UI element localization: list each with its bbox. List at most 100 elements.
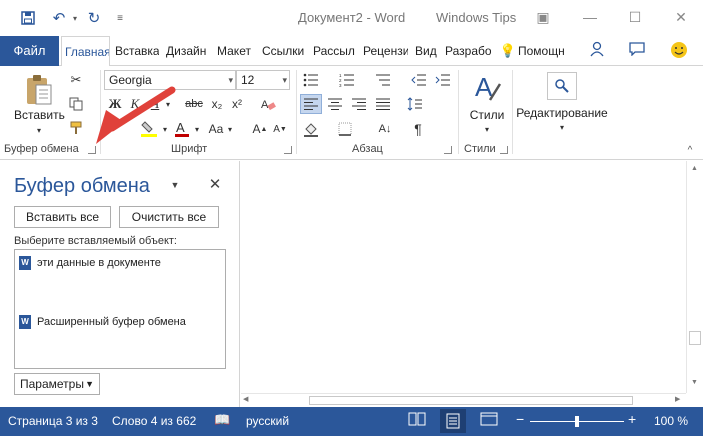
print-layout-icon[interactable] xyxy=(440,409,466,433)
change-case-dropdown-icon[interactable]: ▾ xyxy=(225,118,235,140)
comments-icon[interactable] xyxy=(626,41,648,61)
shrink-font-icon[interactable]: A ▼ xyxy=(270,118,290,140)
tab-view[interactable]: Вид xyxy=(415,36,440,66)
grow-font-icon[interactable]: A ▲ xyxy=(250,118,270,140)
styles-dropdown-icon[interactable]: ▾ xyxy=(482,124,492,134)
tab-review[interactable]: Рецензи xyxy=(363,36,408,66)
paragraph-launcher-icon[interactable] xyxy=(444,146,452,154)
clear-formatting-icon[interactable]: A xyxy=(258,94,278,114)
show-formatting-icon[interactable]: ¶ xyxy=(408,118,428,140)
change-case-icon[interactable]: Aa xyxy=(206,118,226,140)
borders-icon[interactable] xyxy=(334,118,356,140)
bullets-icon[interactable] xyxy=(300,70,322,90)
styles-button-label[interactable]: Стили xyxy=(462,108,512,122)
bold-icon[interactable]: Ж xyxy=(106,94,124,114)
horizontal-scrollbar[interactable]: ◀ ▶ xyxy=(241,393,686,407)
editing-dropdown-icon[interactable]: ▾ xyxy=(557,122,567,132)
multilevel-list-icon[interactable] xyxy=(372,70,394,90)
tab-home[interactable]: Главная xyxy=(61,36,110,67)
line-spacing-icon[interactable] xyxy=(404,94,426,114)
font-launcher-icon[interactable] xyxy=(284,146,292,154)
tab-insert[interactable]: Вставка xyxy=(115,36,159,66)
clipboard-launcher-icon[interactable] xyxy=(88,146,96,154)
align-left-icon[interactable] xyxy=(300,94,322,114)
ribbon-display-icon[interactable]: ▣ xyxy=(533,8,553,26)
tab-references[interactable]: Ссылки xyxy=(262,36,307,66)
shading-icon[interactable] xyxy=(300,118,322,140)
save-icon[interactable] xyxy=(18,8,38,28)
clipboard-item[interactable]: W эти данные в документе xyxy=(19,253,161,273)
vertical-scrollbar[interactable]: ▲ ▼ xyxy=(686,161,703,393)
underline-dropdown-icon[interactable]: ▾ xyxy=(163,94,173,114)
share-user-icon[interactable] xyxy=(586,41,608,61)
group-divider xyxy=(296,70,297,154)
tab-developer[interactable]: Разрабо xyxy=(445,36,491,66)
tab-layout[interactable]: Макет xyxy=(217,36,255,66)
horizontal-scroll-thumb[interactable] xyxy=(309,396,633,405)
strikethrough-icon[interactable]: abc xyxy=(183,94,205,114)
justify-icon[interactable] xyxy=(372,94,394,114)
tab-mailings[interactable]: Рассыл xyxy=(313,36,357,66)
vertical-scroll-thumb[interactable] xyxy=(689,331,701,345)
options-button[interactable]: Параметры ▼ xyxy=(14,373,100,395)
sort-icon[interactable]: A↓ xyxy=(374,118,396,140)
tab-file[interactable]: Файл xyxy=(0,36,59,66)
subscript-icon[interactable]: x₂ xyxy=(208,94,226,114)
zoom-level[interactable]: 100 % xyxy=(654,414,688,428)
styles-icon[interactable]: A xyxy=(470,70,504,106)
proofing-icon[interactable]: 📖 xyxy=(214,412,230,428)
minimize-icon[interactable]: — xyxy=(580,8,600,26)
paste-icon[interactable] xyxy=(22,72,56,108)
tab-design[interactable]: Дизайн xyxy=(166,36,208,66)
redo-icon[interactable]: ↻ xyxy=(84,8,104,28)
paste-label[interactable]: Вставить xyxy=(14,108,65,122)
zoom-in-icon[interactable]: + xyxy=(628,411,636,427)
format-painter-icon[interactable] xyxy=(66,118,86,138)
read-mode-icon[interactable] xyxy=(408,411,428,431)
maximize-icon[interactable]: ☐ xyxy=(625,8,645,26)
customize-toolbar-icon[interactable]: ≡ xyxy=(112,8,128,28)
editing-button-label[interactable]: Редактирование xyxy=(514,106,610,120)
language-indicator[interactable]: русский xyxy=(246,414,289,428)
underline-icon[interactable]: Ч xyxy=(146,94,164,114)
close-icon[interactable]: ✕ xyxy=(671,8,691,26)
align-center-icon[interactable] xyxy=(324,94,346,114)
pane-options-dropdown-icon[interactable]: ▼ xyxy=(168,178,182,192)
zoom-slider-thumb[interactable] xyxy=(575,416,579,427)
web-layout-icon[interactable] xyxy=(480,411,500,431)
copy-icon[interactable] xyxy=(66,94,86,114)
clipboard-item[interactable]: W Расширенный буфер обмена xyxy=(19,312,186,332)
scroll-up-icon[interactable]: ▲ xyxy=(691,165,698,172)
tell-me-search[interactable]: Помощн xyxy=(518,36,572,66)
font-size-field[interactable]: 12 ▾ xyxy=(236,70,290,90)
scroll-left-icon[interactable]: ◀ xyxy=(243,395,248,403)
scroll-right-icon[interactable]: ▶ xyxy=(675,395,680,403)
smiley-icon[interactable] xyxy=(668,41,690,61)
cut-icon[interactable]: ✂ xyxy=(66,70,86,90)
superscript-icon[interactable]: x² xyxy=(228,94,246,114)
undo-dropdown-icon[interactable]: ▾ xyxy=(70,8,80,28)
find-icon[interactable] xyxy=(547,72,577,100)
close-pane-icon[interactable]: ✕ xyxy=(206,175,224,193)
scroll-down-icon[interactable]: ▼ xyxy=(691,379,698,386)
align-right-icon[interactable] xyxy=(348,94,370,114)
font-color-dropdown-icon[interactable]: ▾ xyxy=(192,118,202,140)
decrease-indent-icon[interactable] xyxy=(408,70,430,90)
italic-icon[interactable]: К xyxy=(126,94,144,114)
clear-all-button[interactable]: Очистить все xyxy=(119,206,219,228)
document-canvas[interactable]: ▲ ▼ ◀ ▶ xyxy=(241,161,703,407)
paste-all-button[interactable]: Вставить все xyxy=(14,206,111,228)
styles-launcher-icon[interactable] xyxy=(500,146,508,154)
word-count[interactable]: Слово 4 из 662 xyxy=(112,414,196,428)
font-color-icon[interactable]: A xyxy=(172,118,192,140)
page-count[interactable]: Страница 3 из 3 xyxy=(8,414,98,428)
highlight-dropdown-icon[interactable]: ▾ xyxy=(160,118,170,140)
undo-icon[interactable]: ↶ xyxy=(48,8,70,28)
paste-dropdown-icon[interactable]: ▾ xyxy=(34,125,44,135)
font-name-field[interactable]: Georgia ▾ xyxy=(104,70,236,90)
text-highlight-icon[interactable] xyxy=(138,118,160,140)
increase-indent-icon[interactable] xyxy=(432,70,454,90)
zoom-out-icon[interactable]: − xyxy=(516,411,524,427)
numbering-icon[interactable]: 123 xyxy=(336,70,358,90)
collapse-ribbon-icon[interactable]: ^ xyxy=(683,144,697,156)
